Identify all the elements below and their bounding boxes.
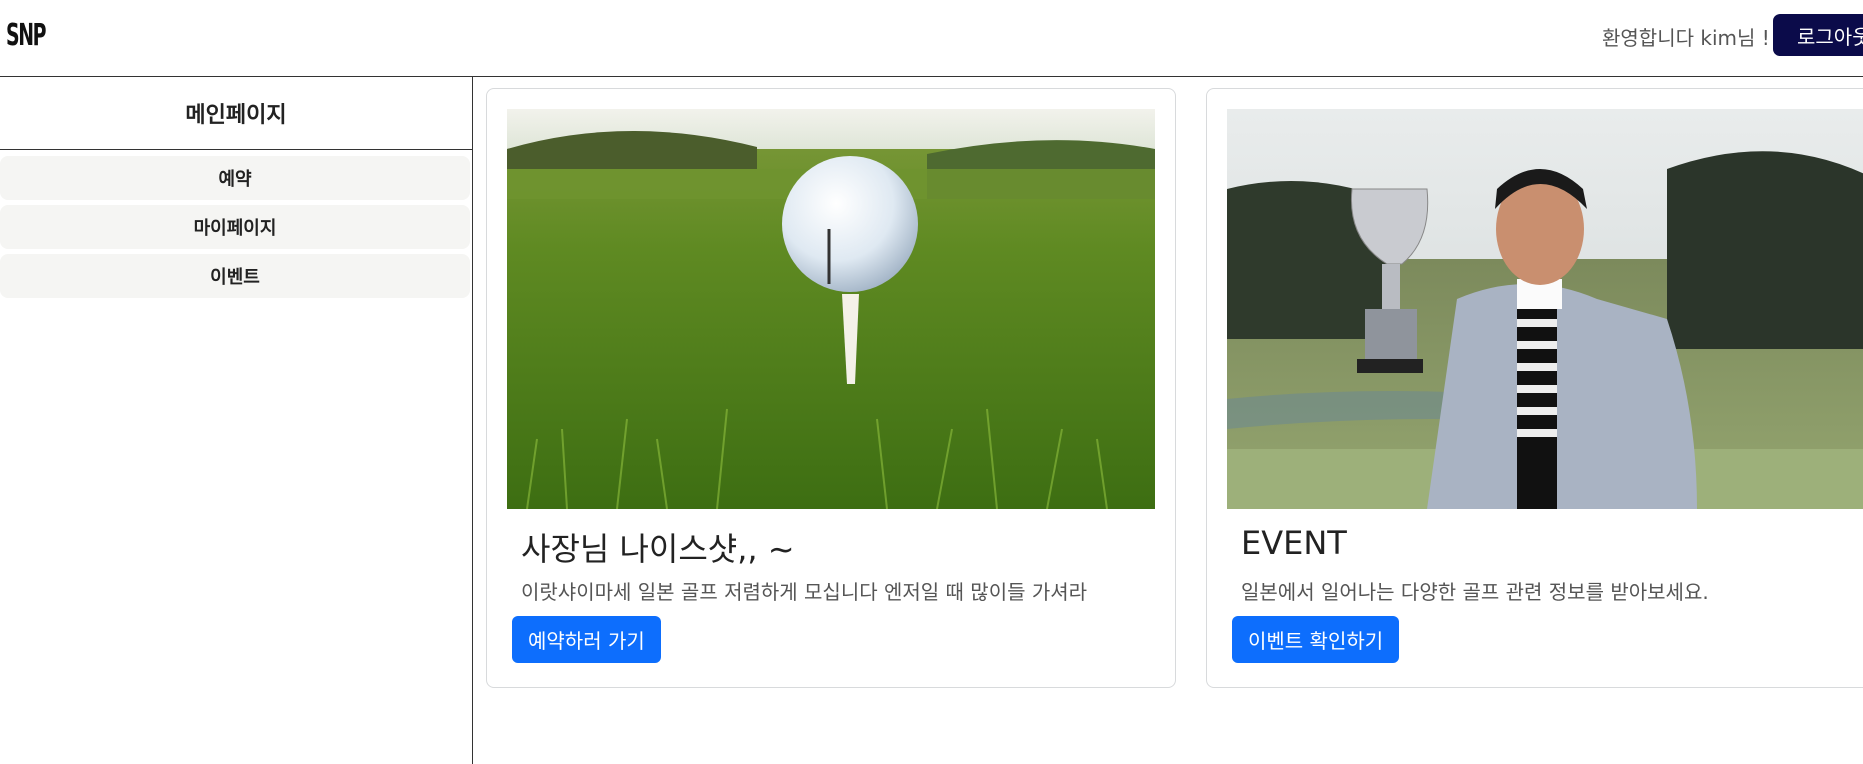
reservation-card: 사장님 나이스샷,, ~ 이랏샤이마세 일본 골프 저렴하게 모십니다 엔저일 … [486, 88, 1176, 688]
event-card: EVENT 일본에서 일어나는 다양한 골프 관련 정보를 받아보세요. 이벤트… [1206, 88, 1863, 688]
sidebar-item-mypage[interactable]: 마이페이지 [0, 205, 470, 249]
sidebar-title[interactable]: 메인페이지 [0, 77, 472, 150]
sidebar-menu: 예약 마이페이지 이벤트 [0, 150, 472, 298]
card-title: 사장님 나이스샷,, ~ [521, 530, 795, 568]
sidebar-item-reservation[interactable]: 예약 [0, 156, 470, 200]
top-navbar: SNP 환영합니다 kim님 ! 로그아웃 [0, 0, 1863, 77]
reserve-button[interactable]: 예약하러 가기 [512, 616, 661, 663]
card-title: EVENT [1241, 524, 1347, 562]
sidebar-item-event[interactable]: 이벤트 [0, 254, 470, 298]
card-text: 이랏샤이마세 일본 골프 저렴하게 모십니다 엔저일 때 많이들 가셔라 [521, 580, 1088, 604]
sidebar: 메인페이지 예약 마이페이지 이벤트 [0, 77, 473, 764]
logout-button[interactable]: 로그아웃 [1773, 14, 1863, 56]
brand-logo[interactable]: SNP [6, 18, 46, 53]
welcome-text: 환영합니다 kim님 ! [1602, 26, 1770, 50]
event-button[interactable]: 이벤트 확인하기 [1232, 616, 1400, 663]
card-text: 일본에서 일어나는 다양한 골프 관련 정보를 받아보세요. [1241, 580, 1709, 604]
trophy-photo [1227, 109, 1863, 509]
golf-ball-photo [507, 109, 1155, 509]
